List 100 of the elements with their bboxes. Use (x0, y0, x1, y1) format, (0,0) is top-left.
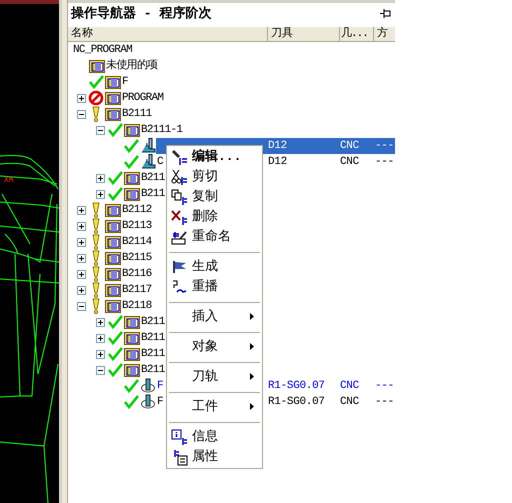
node-label[interactable]: B2113 (121, 218, 152, 234)
expand-toggle[interactable] (96, 174, 105, 182)
check-icon (107, 186, 123, 202)
cross-icon (171, 208, 188, 226)
node-label[interactable]: B2117 (121, 282, 152, 298)
expand-toggle[interactable] (77, 222, 86, 230)
node-label[interactable]: B211 (140, 170, 165, 186)
expand-toggle[interactable] (77, 110, 86, 118)
expand-toggle[interactable] (77, 286, 86, 294)
submenu-item[interactable]: 工件 (167, 397, 262, 417)
submenu-item[interactable]: 刀轨 (167, 367, 262, 387)
node-label[interactable]: B211 (140, 362, 165, 378)
expand-toggle[interactable] (77, 254, 86, 262)
program-folder-icon (104, 250, 120, 266)
check-icon (123, 378, 139, 394)
menu-item[interactable]: 复制 (167, 187, 262, 207)
info-icon (171, 428, 188, 446)
node-label[interactable]: B211 (140, 330, 165, 346)
tool-cell-text: R1-SG0.07 (268, 395, 326, 410)
menu-item[interactable]: 重命名 (167, 227, 262, 247)
node-label[interactable]: PROGRAM (121, 90, 164, 106)
check-icon (107, 170, 123, 186)
node-label[interactable]: B2111-1 (140, 122, 182, 138)
expand-toggle[interactable] (77, 206, 86, 214)
node-label[interactable]: B211 (140, 186, 165, 202)
flag-icon (171, 258, 188, 276)
node-label[interactable]: F (121, 74, 128, 90)
graphics-viewport[interactable]: XM (0, 0, 59, 503)
program-folder-icon (88, 58, 104, 74)
tool-cell-text: D12 (268, 139, 288, 154)
program-folder-icon (104, 282, 120, 298)
node-label[interactable]: B211 (140, 346, 165, 362)
tool-icon (140, 154, 156, 170)
expand-toggle[interactable] (96, 190, 105, 198)
method-cell-text: --- (375, 395, 395, 410)
method-cell-text: --- (375, 139, 395, 154)
node-label[interactable]: C (156, 154, 163, 170)
program-folder-icon (124, 314, 140, 330)
column-header[interactable]: 方 (374, 27, 395, 41)
expand-toggle[interactable] (96, 366, 105, 374)
expand-toggle[interactable] (77, 94, 86, 102)
menu-item[interactable]: 重播 (167, 277, 262, 297)
pin-icon[interactable] (380, 9, 391, 18)
pencil-icon (171, 148, 188, 166)
method-cell-text: --- (375, 379, 395, 394)
menu-item[interactable]: 属性 (167, 447, 262, 467)
submenu-item[interactable]: 对象 (167, 337, 262, 357)
check-icon (107, 346, 123, 362)
node-label[interactable]: NC_PROGRAM (72, 42, 132, 58)
geometry-cell-text: CNC (340, 155, 360, 170)
submenu-arrow-icon (250, 313, 254, 320)
submenu-arrow-icon (250, 373, 254, 380)
program-folder-icon (104, 202, 120, 218)
panel-title: 操作导航器 - 程序阶次 (71, 6, 212, 22)
node-label[interactable]: B2116 (121, 266, 152, 282)
column-header[interactable]: 刀具 (268, 27, 340, 41)
submenu-item[interactable]: 插入 (167, 307, 262, 327)
replay-icon (171, 278, 188, 296)
pages-icon (171, 188, 188, 206)
expand-toggle[interactable] (77, 238, 86, 246)
menu-item[interactable]: 信息 (167, 427, 262, 447)
node-label[interactable]: B2118 (121, 298, 152, 314)
expand-toggle[interactable] (96, 334, 105, 342)
node-label[interactable]: 未使用的项 (105, 58, 158, 74)
check-icon (123, 394, 139, 410)
pen-and-block-icon (171, 228, 188, 246)
node-label[interactable]: B2112 (121, 202, 152, 218)
menu-item[interactable]: 剪切 (167, 167, 262, 187)
column-header[interactable]: 名称 (68, 27, 268, 41)
expand-toggle[interactable] (96, 318, 105, 326)
check-icon (123, 154, 139, 170)
menu-item[interactable]: 生成 (167, 257, 262, 277)
program-folder-icon (124, 186, 140, 202)
node-label[interactable]: B2115 (121, 250, 152, 266)
axis-label: XM (4, 176, 14, 185)
node-label[interactable]: F (156, 378, 163, 394)
menu-item[interactable]: 删除 (167, 207, 262, 227)
submenu-arrow-icon (250, 343, 254, 350)
tool-cell-text: D12 (268, 155, 288, 170)
program-folder-icon (104, 298, 120, 314)
column-header[interactable]: 几... (340, 27, 374, 41)
node-label[interactable]: B2114 (121, 234, 152, 250)
program-folder-icon (124, 122, 140, 138)
ring-tool-icon (140, 378, 156, 394)
expand-toggle[interactable] (96, 350, 105, 358)
check-icon (88, 74, 104, 90)
program-folder-icon (104, 74, 120, 90)
expand-toggle[interactable] (96, 126, 105, 134)
expand-toggle[interactable] (77, 270, 86, 278)
tool-cell-text: R1-SG0.07 (268, 379, 326, 394)
ring-tool-icon (140, 394, 156, 410)
node-label[interactable]: B2111 (121, 106, 152, 122)
node-label[interactable]: B211 (140, 314, 165, 330)
check-icon (107, 362, 123, 378)
node-label[interactable]: F (156, 394, 163, 410)
program-folder-icon (104, 266, 120, 282)
check-icon (107, 330, 123, 346)
expand-toggle[interactable] (77, 302, 86, 310)
program-folder-icon (104, 106, 120, 122)
check-icon (123, 138, 139, 154)
